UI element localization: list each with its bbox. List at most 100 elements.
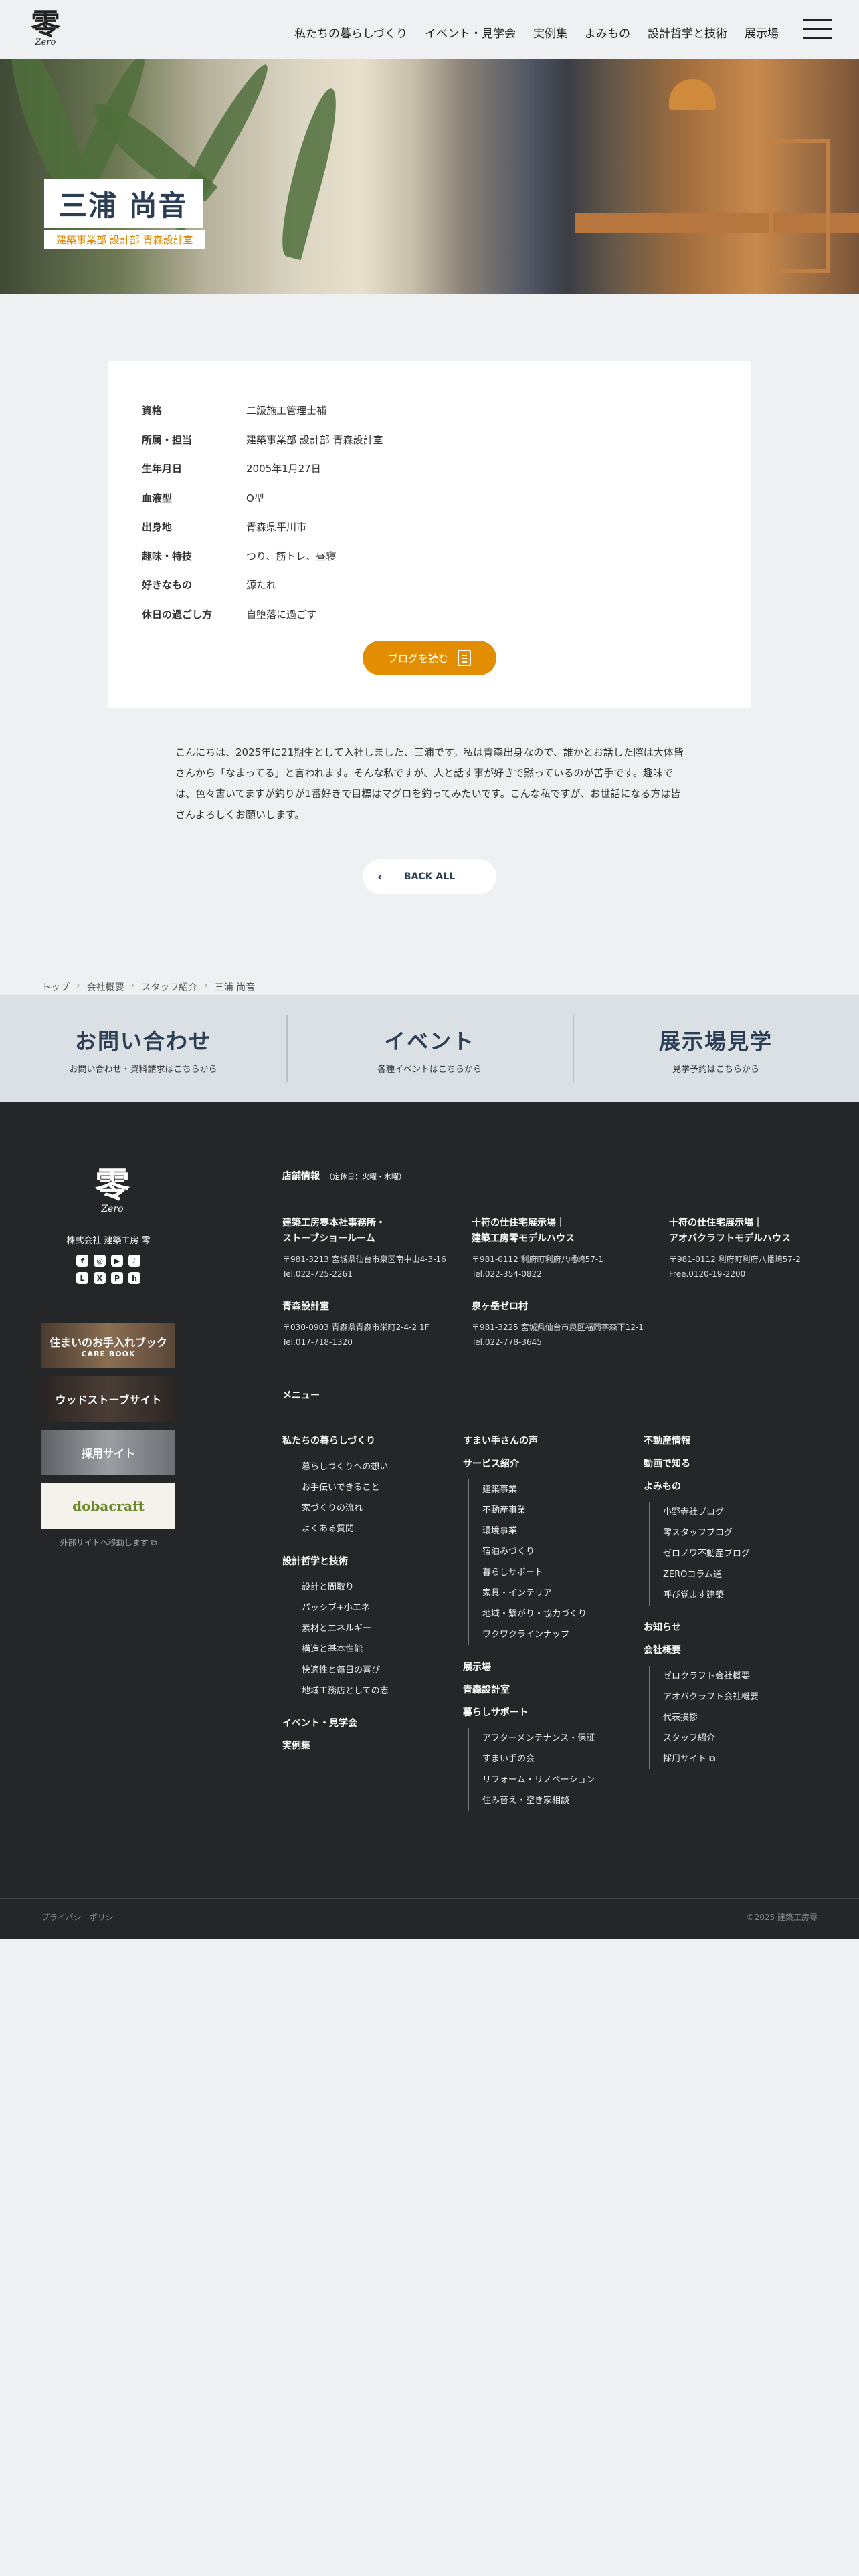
menu-link[interactable]: 実例集 <box>282 1739 456 1752</box>
submenu-link[interactable]: 採用サイト ⧉ <box>663 1749 818 1769</box>
submenu-link[interactable]: 設計と間取り <box>302 1577 456 1598</box>
menu-link[interactable]: すまい手さんの声 <box>463 1434 637 1447</box>
submenu-link[interactable]: よくある質問 <box>302 1519 456 1539</box>
submenu-link[interactable]: 住み替え・空き家相談 <box>482 1790 637 1811</box>
menu-link[interactable]: サービス紹介 <box>463 1457 637 1470</box>
back-all-button[interactable]: ‹ BACK ALL <box>363 859 496 894</box>
submenu-link[interactable]: 宿泊みづくり <box>482 1541 637 1562</box>
submenu-link[interactable]: ZEROコラム通 <box>663 1564 818 1585</box>
submenu-link[interactable]: 暮らしづくりへの想い <box>302 1457 456 1477</box>
cta-title: イベント <box>383 1029 475 1054</box>
cta-link[interactable]: こちら <box>716 1065 742 1075</box>
submenu-link[interactable]: ゼロノワ不動産ブログ <box>663 1543 818 1564</box>
dobacraft-banner[interactable]: dobacraft <box>41 1483 175 1529</box>
breadcrumb-item[interactable]: トップ <box>41 980 70 994</box>
hamburger-menu-icon[interactable] <box>803 19 832 40</box>
submenu-link[interactable]: すまい手の会 <box>482 1749 637 1769</box>
shop-info: 泉ヶ岳ゼロ村 〒981-3225 宮城県仙台市泉区福岡字森下12-1 Tel.02… <box>472 1301 644 1347</box>
menu-link[interactable]: 会社概要 <box>644 1643 818 1656</box>
care-book-banner[interactable]: 住まいのお手入れブック CARE BOOK <box>41 1323 175 1368</box>
x-icon[interactable]: X <box>94 1272 106 1284</box>
breadcrumb: トップ › 会社概要 › スタッフ紹介 › 三浦 尚音 <box>41 980 255 994</box>
menu-link[interactable]: 暮らしサポート <box>463 1705 637 1719</box>
cta-link[interactable]: こちら <box>438 1065 464 1075</box>
book-icon <box>458 650 471 666</box>
menu-link[interactable]: 私たちの暮らしづくり <box>282 1434 456 1447</box>
banner-sub: CARE BOOK <box>81 1349 136 1358</box>
submenu: 建築事業 不動産事業 環境事業 宿泊みづくり 暮らしサポート 家具・インテリア … <box>468 1479 637 1645</box>
nav-item[interactable]: よみもの <box>585 24 630 41</box>
youtube-icon[interactable]: ▶ <box>111 1255 123 1267</box>
shop-info: 青森設計室 〒030-0903 青森県青森市栄町2-4-2 1F Tel.017-… <box>282 1301 430 1347</box>
submenu-link[interactable]: アオバクラフト会社概要 <box>663 1687 818 1707</box>
submenu-link[interactable]: リフォーム・リノベーション <box>482 1769 637 1790</box>
privacy-policy-link[interactable]: プライバシーポリシー <box>41 1911 122 1923</box>
menu-link[interactable]: イベント・見学会 <box>282 1716 456 1729</box>
menu-link[interactable]: 動画で知る <box>644 1457 818 1470</box>
back-all-label: BACK ALL <box>403 871 456 882</box>
submenu-link[interactable]: 呼び覚ます建築 <box>663 1585 818 1606</box>
submenu-link[interactable]: 環境事業 <box>482 1521 637 1541</box>
recruit-banner[interactable]: 採用サイト <box>41 1430 175 1475</box>
menu-link[interactable]: 設計哲学と技術 <box>282 1554 456 1568</box>
submenu-link[interactable]: 建築事業 <box>482 1479 637 1500</box>
submenu-link[interactable]: お手伝いできること <box>302 1477 456 1498</box>
site-logo[interactable]: 零 Zero <box>25 7 66 48</box>
nav-item[interactable]: 実例集 <box>533 24 567 41</box>
staff-name: 三浦 尚音 <box>59 189 188 222</box>
footer-menu-col: 私たちの暮らしづくり 暮らしづくりへの想い お手伝いできること 家づくりの流れ … <box>282 1434 456 1761</box>
nav-item[interactable]: 私たちの暮らしづくり <box>294 24 407 41</box>
submenu-link[interactable]: 小野寺社ブログ <box>663 1502 818 1523</box>
submenu-link[interactable]: スタッフ紹介 <box>663 1728 818 1749</box>
submenu-link[interactable]: 零スタッフブログ <box>663 1523 818 1543</box>
nav-item[interactable]: 設計哲学と技術 <box>648 24 727 41</box>
profile-value: 二級施工管理士補 <box>246 405 327 417</box>
read-blog-button[interactable]: ブログを読む <box>363 641 496 675</box>
instagram-icon[interactable]: ◎ <box>94 1255 106 1267</box>
submenu-link[interactable]: 家づくりの流れ <box>302 1498 456 1519</box>
menu-link[interactable]: 展示場 <box>463 1660 637 1673</box>
profile-value: つり、筋トレ、昼寝 <box>246 550 337 562</box>
profile-value: 源たれ <box>246 579 277 592</box>
line-icon[interactable]: L <box>76 1272 88 1284</box>
banner-title: dobacraft <box>72 1498 145 1514</box>
submenu-link[interactable]: ゼロクラフト会社概要 <box>663 1666 818 1687</box>
nav-item[interactable]: 展示場 <box>745 24 779 41</box>
menu-link[interactable]: よみもの <box>644 1479 818 1493</box>
logo-kanji: 零 <box>31 7 60 41</box>
menu-link[interactable]: 不動産情報 <box>644 1434 818 1447</box>
wood-stove-banner[interactable]: ウッドストーブサイト <box>41 1376 175 1422</box>
nav-item[interactable]: イベント・見学会 <box>425 24 516 41</box>
divider <box>0 1898 859 1899</box>
footer-logo[interactable]: 零 Zero <box>86 1168 139 1215</box>
submenu-link[interactable]: 不動産事業 <box>482 1500 637 1521</box>
houzz-icon[interactable]: h <box>128 1272 140 1284</box>
submenu-link[interactable]: 暮らしサポート <box>482 1562 637 1583</box>
facebook-icon[interactable]: f <box>76 1255 88 1267</box>
menu-link[interactable]: 青森設計室 <box>463 1683 637 1696</box>
submenu-link[interactable]: 地域・繋がり・協力づくり <box>482 1604 637 1624</box>
profile-row: 出身地 青森県平川市 <box>142 512 383 542</box>
staff-dept-box: 建築事業部 設計部 青森設計室 <box>44 230 205 249</box>
submenu-link[interactable]: 素材とエネルギー <box>302 1618 456 1639</box>
cta-showroom[interactable]: 展示場見学 見学予約はこちらから <box>573 995 859 1102</box>
submenu-link[interactable]: アフターメンテナンス・保証 <box>482 1728 637 1749</box>
cta-strip: お問い合わせ お問い合わせ・資料請求はこちらから イベント 各種イベントはこちら… <box>0 995 859 1102</box>
profile-table: 資格 二級施工管理士補 所属・担当 建築事業部 設計部 青森設計室 生年月日 2005… <box>142 396 383 629</box>
submenu-link[interactable]: 代表挨拶 <box>663 1707 818 1728</box>
submenu-link[interactable]: 家具・インテリア <box>482 1583 637 1604</box>
cta-link[interactable]: こちら <box>173 1065 199 1075</box>
breadcrumb-item[interactable]: スタッフ紹介 <box>141 980 197 994</box>
profile-key: 休日の過ごし方 <box>142 608 213 621</box>
cta-event[interactable]: イベント 各種イベントはこちらから <box>286 995 573 1102</box>
cta-contact[interactable]: お問い合わせ お問い合わせ・資料請求はこちらから <box>0 995 286 1102</box>
submenu-link[interactable]: パッシブ+小エネ <box>302 1598 456 1618</box>
submenu-link[interactable]: 構造と基本性能 <box>302 1639 456 1660</box>
pinterest-icon[interactable]: P <box>111 1272 123 1284</box>
submenu-link[interactable]: 快適性と毎日の喜び <box>302 1660 456 1681</box>
breadcrumb-item[interactable]: 会社概要 <box>87 980 124 994</box>
tiktok-icon[interactable]: ♪ <box>128 1255 140 1267</box>
submenu-link[interactable]: ワクワクラインナップ <box>482 1624 637 1645</box>
submenu-link[interactable]: 地域工務店としての志 <box>302 1681 456 1701</box>
menu-link[interactable]: お知らせ <box>644 1620 818 1634</box>
